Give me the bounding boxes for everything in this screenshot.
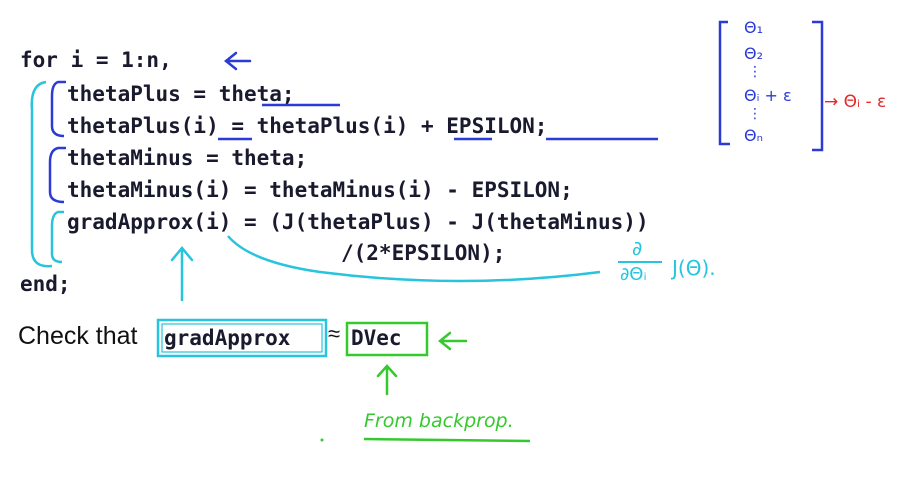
derivative-numerator: ∂ [632, 236, 643, 260]
cyan-outer-bracket [30, 80, 53, 268]
green-note-from-backprop: From backprop. [364, 410, 514, 432]
code-line-for: for i = 1:n, [20, 48, 172, 72]
check-gradapprox: gradApprox [164, 326, 291, 350]
blue-bracket-plus [50, 80, 66, 138]
check-that-label: Check that [18, 322, 138, 350]
code-line-gradapprox: gradApprox(i) = (J(thetaPlus) - J(thetaM… [67, 210, 649, 234]
code-line-thetaplus-increment: thetaPlus(i) = thetaPlus(i) + EPSILON; [67, 114, 548, 138]
green-left-arrow [437, 331, 468, 351]
derivative-denominator: ∂Θᵢ [620, 264, 647, 285]
vector-entry-theta2: Θ₂ [744, 44, 764, 63]
red-note-thetai-minus-eps: → Θᵢ - ε [824, 92, 887, 112]
cyan-up-arrow [170, 246, 194, 302]
cyan-bracket-grad [50, 210, 64, 264]
approx-symbol: ≈ [328, 321, 341, 346]
code-line-end: end; [20, 272, 71, 296]
vector-bracket-left [718, 20, 730, 146]
stray-dot [320, 438, 324, 442]
vector-entry-thetan: Θₙ [744, 126, 763, 145]
green-up-arrow [376, 364, 398, 396]
vector-entry-dots-1: ⋮ [748, 64, 762, 80]
vector-bracket-right [812, 20, 824, 152]
code-line-thetaminus-assign: thetaMinus = theta; [67, 146, 308, 170]
code-line-thetaminus-decrement: thetaMinus(i) = thetaMinus(i) - EPSILON; [67, 178, 573, 202]
check-dvec: DVec [351, 326, 402, 350]
vector-entry-dots-2: ⋮ [748, 106, 762, 122]
code-line-gradapprox-denominator: /(2*EPSILON); [341, 241, 506, 265]
blue-left-arrow [223, 51, 252, 71]
blue-bracket-minus [48, 146, 66, 204]
code-line-thetaplus-assign: thetaPlus = theta; [67, 82, 295, 106]
derivative-function: J(Θ). [672, 256, 716, 280]
green-underline [363, 437, 531, 443]
vector-entry-theta1: Θ₁ [744, 18, 764, 37]
vector-entry-thetai-plus-eps: Θᵢ + ε [744, 86, 792, 105]
